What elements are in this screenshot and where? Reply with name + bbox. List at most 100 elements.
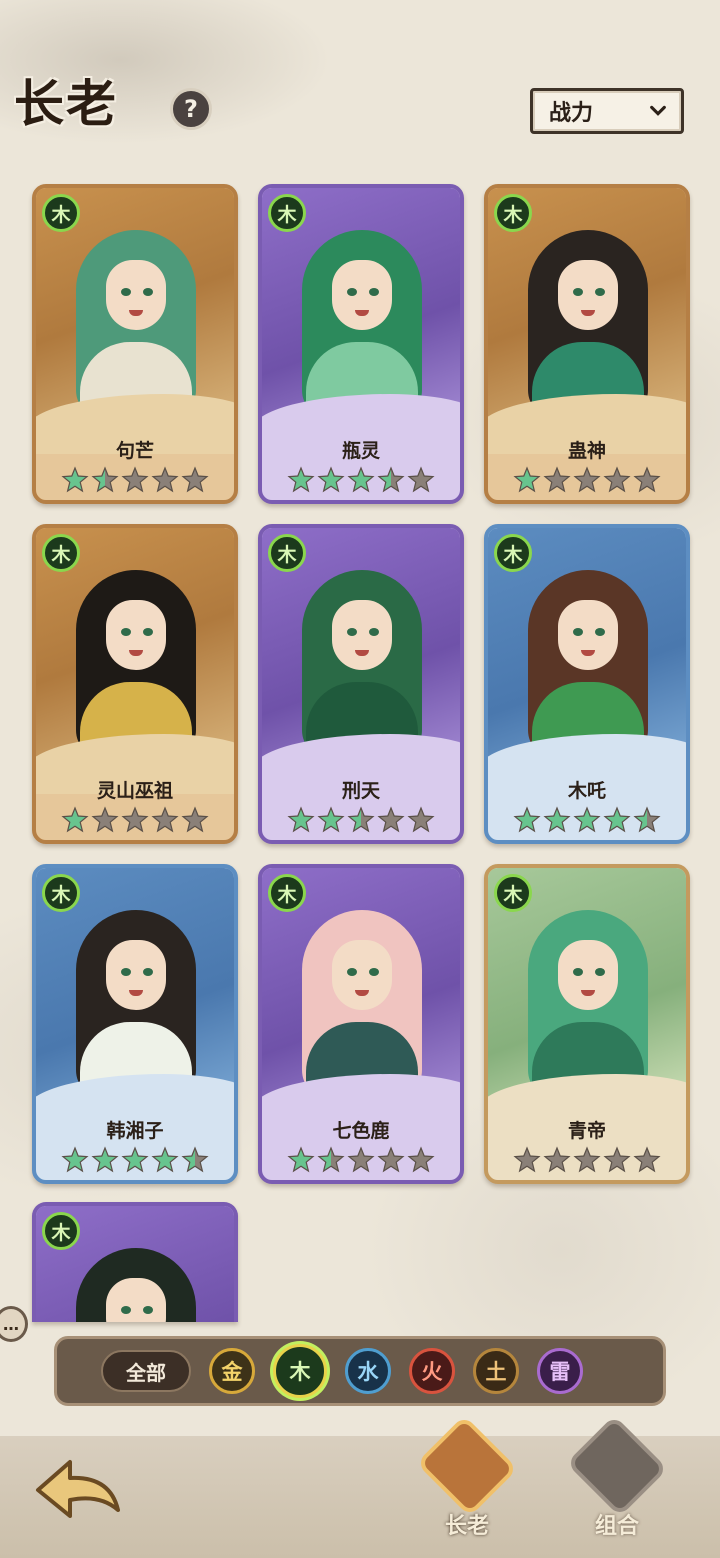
wood-element-badge: 木 [494, 534, 532, 572]
elder-card[interactable]: 木韩湘子 [32, 864, 238, 1184]
star-icon [573, 466, 601, 493]
elder-card[interactable]: 木瓶灵 [258, 184, 464, 504]
star-rating [36, 1146, 234, 1174]
star-icon [181, 466, 209, 493]
star-icon [181, 1146, 209, 1173]
filter-thunder-button[interactable]: 雷 [537, 1348, 583, 1394]
star-icon [181, 806, 209, 833]
elder-card[interactable]: 木 [32, 1202, 238, 1322]
star-icon [573, 1146, 601, 1173]
sort-dropdown[interactable]: 战力 [530, 88, 684, 134]
star-icon [151, 466, 179, 493]
filter-water-button[interactable]: 水 [345, 1348, 391, 1394]
elder-tab-icon [416, 1415, 518, 1517]
character-name: 青帝 [567, 1120, 606, 1142]
star-icon [573, 806, 601, 833]
star-icon [121, 1146, 149, 1173]
character-name: 七色鹿 [332, 1120, 390, 1142]
star-icon [151, 806, 179, 833]
star-icon [91, 806, 119, 833]
star-icon [61, 466, 89, 493]
wood-element-badge: 木 [268, 534, 306, 572]
star-icon [287, 806, 315, 833]
wood-element-badge: 木 [42, 874, 80, 912]
elder-card[interactable]: 木七色鹿 [258, 864, 464, 1184]
sort-selected-label: 战力 [549, 101, 594, 126]
filter-earth-button[interactable]: 土 [473, 1348, 519, 1394]
star-rating [488, 466, 686, 494]
character-figure [66, 1230, 206, 1322]
element-filter-bar: 全部 金 木 水 火 土 雷 [54, 1336, 666, 1406]
star-icon [287, 466, 315, 493]
header: 长老 ? 战力 [0, 50, 720, 150]
star-rating [262, 466, 460, 494]
star-icon [377, 1146, 405, 1173]
star-icon [603, 806, 631, 833]
elder-card[interactable]: 木青帝 [484, 864, 690, 1184]
elder-card[interactable]: 木灵山巫祖 [32, 524, 238, 844]
wood-element-badge: 木 [42, 1212, 80, 1250]
character-name: 灵山巫祖 [96, 780, 173, 802]
star-icon [287, 1146, 315, 1173]
wood-element-badge: 木 [268, 874, 306, 912]
nav-combo-tab[interactable]: 组合 [562, 1415, 672, 1540]
help-button[interactable]: ? [170, 88, 212, 130]
star-icon [407, 806, 435, 833]
filter-fire-button[interactable]: 火 [409, 1348, 455, 1394]
star-icon [91, 1146, 119, 1173]
star-icon [151, 1146, 179, 1173]
wood-element-badge: 木 [42, 534, 80, 572]
star-icon [61, 1146, 89, 1173]
star-icon [347, 1146, 375, 1173]
star-icon [603, 1146, 631, 1173]
star-icon [121, 806, 149, 833]
star-icon [91, 466, 119, 493]
filter-wood-button[interactable]: 木 [273, 1344, 327, 1398]
star-rating [488, 1146, 686, 1174]
chevron-down-icon [650, 105, 666, 116]
star-icon [513, 806, 541, 833]
star-icon [317, 466, 345, 493]
star-icon [513, 1146, 541, 1173]
star-icon [543, 466, 571, 493]
star-icon [543, 1146, 571, 1173]
wood-element-badge: 木 [42, 194, 80, 232]
character-name: 韩湘子 [106, 1120, 164, 1142]
wood-element-badge: 木 [268, 194, 306, 232]
star-rating [36, 806, 234, 834]
star-icon [377, 806, 405, 833]
star-rating [488, 806, 686, 834]
star-icon [121, 466, 149, 493]
character-name: 句芒 [115, 440, 154, 462]
star-icon [347, 806, 375, 833]
star-icon [317, 1146, 345, 1173]
star-icon [407, 1146, 435, 1173]
character-name: 蛊神 [567, 440, 606, 462]
nav-combo-label: 组合 [594, 1514, 639, 1539]
elder-card[interactable]: 木木吒 [484, 524, 690, 844]
star-icon [347, 466, 375, 493]
filter-all-button[interactable]: 全部 [101, 1350, 191, 1392]
wood-element-badge: 木 [494, 874, 532, 912]
nav-elder-tab[interactable]: 长老 [412, 1415, 522, 1540]
character-name: 刑天 [341, 780, 380, 802]
elder-card[interactable]: 木刑天 [258, 524, 464, 844]
star-rating [36, 466, 234, 494]
filter-gold-button[interactable]: 金 [209, 1348, 255, 1394]
star-icon [377, 466, 405, 493]
character-name: 瓶灵 [341, 440, 380, 462]
star-rating [262, 1146, 460, 1174]
combo-tab-icon [566, 1415, 668, 1517]
star-icon [513, 466, 541, 493]
elder-card[interactable]: 木蛊神 [484, 184, 690, 504]
star-icon [603, 466, 631, 493]
nav-elder-label: 长老 [444, 1514, 489, 1539]
star-icon [317, 806, 345, 833]
page-title: 长老 [14, 74, 118, 133]
wood-element-badge: 木 [494, 194, 532, 232]
star-icon [633, 806, 661, 833]
back-arrow-icon[interactable] [30, 1450, 130, 1530]
elder-card[interactable]: 木句芒 [32, 184, 238, 504]
star-icon [407, 466, 435, 493]
star-rating [262, 806, 460, 834]
